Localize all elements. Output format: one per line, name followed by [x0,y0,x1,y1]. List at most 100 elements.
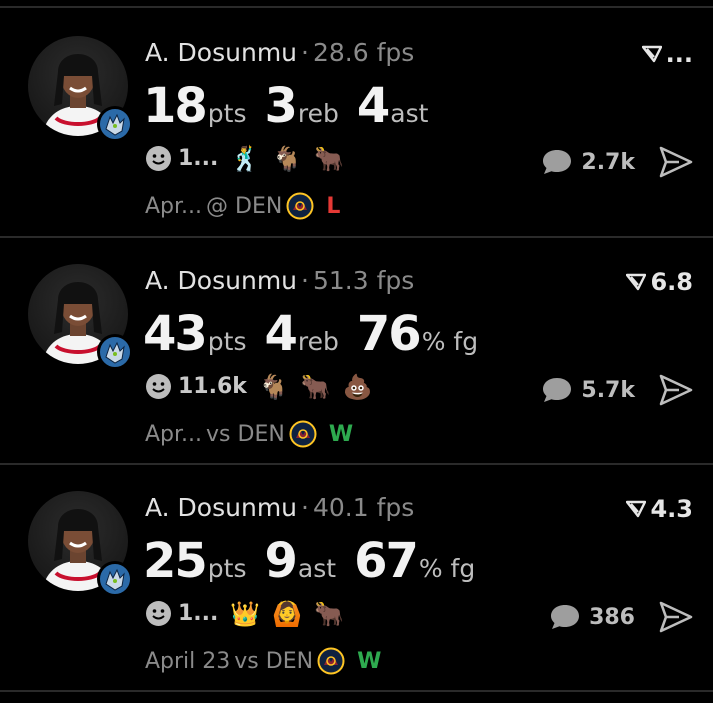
stat-value: 4 [264,306,298,362]
stat-item: 25 pts [143,533,247,589]
reaction-bar[interactable]: 11.6k 🐐 🐂 💩 [145,373,373,400]
game-post-card[interactable]: A. Dosunmu · 40.1 fps 4.3 25 pts 9 ast 67% f… [0,463,713,691]
game-matchup: vs DEN [206,421,285,447]
stat-unit: ast [390,99,429,128]
share-arrow-icon[interactable] [659,374,693,406]
stat-unit: reb [297,327,339,356]
stat-value: 18 [143,78,208,134]
share-arrow-icon[interactable] [659,601,693,633]
comment-button[interactable]: 5.7k [541,376,635,404]
game-post-card[interactable]: A. Dosunmu · 51.3 fps 6.8 43 pts 4 reb 76% f… [0,236,713,464]
reaction-emoji[interactable]: 🐂 [314,602,344,626]
title-separator: · [301,493,309,522]
reaction-emoji[interactable]: 💩 [343,375,373,399]
reaction-count[interactable]: 11.6k [178,374,247,399]
reaction-emoji[interactable]: 👑 [230,602,260,626]
comment-bubble-icon [543,150,572,174]
smiley-icon[interactable] [145,600,172,627]
comment-bubble-icon [543,378,572,402]
rating-value: 4.3 [650,495,693,523]
stat-line: 43 pts 4 reb 76% fg [143,306,496,362]
reaction-count[interactable]: 1... [178,601,218,626]
stat-item: 67% fg [354,533,475,589]
title-separator: · [301,266,309,295]
post-feed: A. Dosunmu · 28.6 fps ... 18 pts 3 reb 4 ast … [0,0,713,703]
nuggets-logo-icon [317,647,345,675]
stat-value: 76 [356,306,422,362]
game-info[interactable]: Apr... @ DEN L [145,192,340,220]
stat-item: 3 reb [265,78,339,134]
game-date: Apr... [145,193,203,219]
stat-line: 25 pts 9 ast 67% fg [143,533,493,589]
post-title: A. Dosunmu · 51.3 fps [145,266,414,295]
reaction-emoji[interactable]: 🙆 [272,602,302,626]
stat-value: 43 [143,306,208,362]
stat-unit: % fg [421,327,479,356]
timberwolves-logo-icon [97,561,133,597]
stat-unit: % fg [418,554,476,583]
rating-value: ... [665,40,693,68]
nuggets-logo-icon [289,420,317,448]
comment-button[interactable]: 2.7k [541,148,635,176]
title-separator: · [301,38,309,67]
rating[interactable]: 4.3 [626,495,693,523]
stat-value: 9 [264,533,298,589]
game-date: Apr... [145,421,203,447]
timberwolves-logo-icon [97,106,133,142]
stat-item: 18 pts [143,78,247,134]
game-matchup: @ DEN [206,193,283,219]
rating-arrow-icon [626,500,647,518]
stat-value: 4 [356,78,390,134]
comment-count: 2.7k [581,149,635,175]
rating[interactable]: ... [641,40,693,68]
reaction-emoji[interactable]: 🐐 [272,147,302,171]
timberwolves-logo-icon [97,334,133,370]
game-result: W [328,421,354,447]
smiley-icon[interactable] [145,373,172,400]
reaction-count[interactable]: 1... [178,146,218,171]
reaction-emoji[interactable]: 🐐 [259,375,289,399]
player-name[interactable]: A. Dosunmu [145,266,297,295]
stat-item: 76% fg [357,306,478,362]
player-name[interactable]: A. Dosunmu [145,493,297,522]
game-info[interactable]: Apr... vs DEN W [145,420,353,448]
stat-unit: pts [207,554,247,583]
game-result: W [357,648,382,674]
rating-value: 6.8 [650,268,693,296]
smiley-icon[interactable] [145,145,172,172]
stat-unit: pts [207,327,247,356]
game-info[interactable]: April 23 vs DEN W [145,647,381,675]
reaction-emoji[interactable]: 🐂 [301,375,331,399]
rating-arrow-icon [641,45,662,63]
stat-item: 4 reb [265,306,339,362]
bottom-divider [0,690,713,692]
stat-item: 9 ast [265,533,337,589]
reaction-emoji[interactable]: 🕺 [230,147,260,171]
rating-arrow-icon [626,273,647,291]
fps-score: 40.1 fps [312,493,415,522]
game-result: L [326,193,341,219]
stat-unit: ast [297,554,337,583]
stat-unit: reb [297,99,339,128]
stat-item: 4 ast [357,78,429,134]
comment-bubble-icon [551,605,580,629]
game-post-card[interactable]: A. Dosunmu · 28.6 fps ... 18 pts 3 reb 4 ast … [0,8,713,236]
stat-line: 18 pts 3 reb 4 ast [143,78,446,134]
nuggets-logo-icon [286,192,314,220]
reaction-bar[interactable]: 1... 🕺 🐐 🐂 [145,145,344,172]
rating[interactable]: 6.8 [626,268,693,296]
stat-item: 43 pts [143,306,247,362]
player-name[interactable]: A. Dosunmu [145,38,297,67]
post-title: A. Dosunmu · 28.6 fps [145,38,414,67]
stat-value: 3 [264,78,298,134]
post-title: A. Dosunmu · 40.1 fps [145,493,414,522]
game-matchup: vs DEN [234,648,314,674]
stat-value: 25 [143,533,208,589]
share-arrow-icon[interactable] [659,146,693,178]
comment-button[interactable]: 386 [549,603,635,631]
reaction-bar[interactable]: 1... 👑 🙆 🐂 [145,600,344,627]
game-date: April 23 [145,648,231,674]
comment-count: 5.7k [581,377,635,403]
reaction-emoji[interactable]: 🐂 [314,147,344,171]
stat-unit: pts [207,99,247,128]
